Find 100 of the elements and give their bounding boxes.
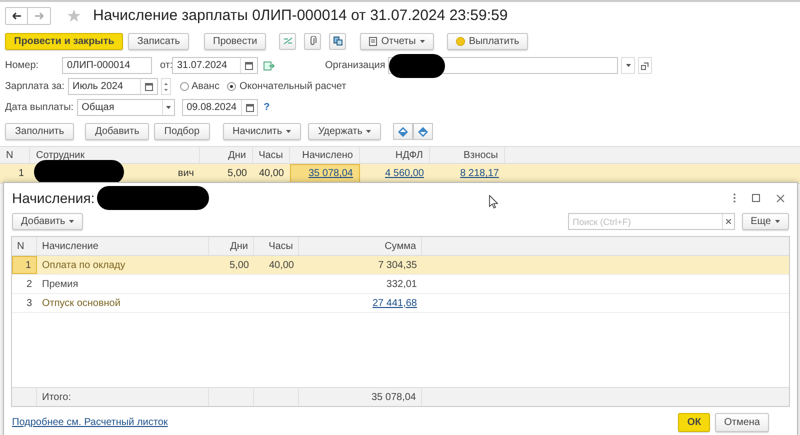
table-cell[interactable]: 4 560,00 [385, 166, 424, 181]
search-field[interactable]: Поиск (Ctrl+F) [568, 213, 735, 230]
close-icon[interactable] [776, 194, 785, 202]
star-icon[interactable] [67, 9, 81, 23]
column-header[interactable]: Начислено [290, 147, 360, 163]
radio-button[interactable] [180, 82, 188, 91]
maximize-icon[interactable] [752, 194, 760, 202]
calendar-icon[interactable] [246, 104, 254, 112]
total-label: Итого: [42, 390, 71, 404]
more-button[interactable]: Еще [742, 213, 789, 230]
table-row[interactable]: 1 Оплата по окладу 5,00 40,00 7 304,35 [12, 256, 789, 275]
table-cell-text: 40,00 [258, 167, 284, 181]
table-cell-text: 332,01 [386, 278, 417, 292]
field-label: Организация [325, 59, 386, 73]
coin-icon [456, 36, 465, 46]
column-header[interactable]: Взносы [430, 147, 505, 163]
dropdown-button[interactable] [621, 57, 636, 74]
total-sum: 35 078,04 [372, 390, 416, 404]
cancel-button[interactable]: Отмена [715, 413, 769, 432]
reports-button[interactable]: Отчеты [360, 32, 434, 50]
radio-option[interactable]: Аванс [180, 79, 220, 94]
table-cell-text: Отпуск основной [42, 296, 120, 310]
spinner-button[interactable] [160, 78, 170, 95]
document-arrow-icon[interactable] [263, 60, 275, 70]
help-link[interactable]: ? [264, 100, 270, 115]
pay-date-field[interactable]: 09.08.2024 [182, 99, 258, 116]
calendar-icon[interactable] [245, 62, 253, 70]
column-header[interactable]: Дни [200, 147, 253, 163]
column-header[interactable]: Часы [254, 237, 299, 255]
clear-search-button[interactable] [722, 214, 734, 229]
caret-icon [626, 64, 631, 67]
caret-icon [366, 130, 372, 133]
spinner-icon [164, 82, 168, 92]
field-label: от: [160, 59, 172, 73]
caret-icon [286, 130, 292, 133]
toolbar-button[interactable]: Провести [204, 32, 266, 50]
radio-option[interactable]: Окончательный расчет [227, 79, 346, 94]
table-cell-text: 1 [18, 167, 24, 181]
paperclip-icon [308, 36, 317, 46]
attach-button[interactable] [304, 32, 322, 50]
table-cell-text: 40,00 [268, 258, 294, 272]
journal-button[interactable] [279, 32, 296, 50]
down-arrow-icon [418, 126, 428, 136]
table-cell[interactable]: 8 218,17 [460, 166, 499, 181]
caret-icon [166, 106, 171, 109]
table-button[interactable]: Начислить [222, 123, 302, 140]
table-button[interactable]: Добавить [85, 123, 150, 140]
post-and-close-button[interactable]: Провести и закрыть [5, 32, 124, 50]
column-header[interactable]: Часы [253, 147, 290, 163]
up-arrow-icon [398, 126, 408, 136]
open-button[interactable] [638, 57, 652, 74]
open-icon [641, 62, 650, 70]
column-header[interactable]: Начисление [37, 237, 209, 255]
month-field[interactable]: Июль 2024 [68, 78, 158, 95]
toolbar-button[interactable]: Записать [128, 32, 189, 50]
column-header[interactable]: Дни [209, 237, 254, 255]
table-button[interactable]: Удержать [308, 123, 382, 140]
radio-button[interactable] [227, 82, 236, 91]
table-cell-text: 2 [26, 278, 32, 292]
pay-date-combo[interactable]: Общая [76, 99, 175, 116]
table-cell-text: вич [178, 167, 194, 181]
number-field[interactable]: 0ЛИП-000014 [62, 57, 152, 74]
redaction-mark [389, 54, 446, 78]
pay-button[interactable]: Выплатить [446, 32, 528, 50]
back-arrow-icon [12, 12, 22, 20]
date-field[interactable]: 31.07.2024 [172, 57, 258, 74]
more-options-icon[interactable] [733, 193, 736, 203]
add-button[interactable]: Добавить [12, 213, 84, 230]
window-title: Начисление зарплаты 0ЛИП-000014 от 31.07.2024 23:59:59 [93, 6, 508, 26]
table-cell-text: Оплата по окладу [42, 258, 126, 272]
close-icon [726, 219, 731, 224]
caret-icon [69, 220, 74, 223]
table-button[interactable]: Подбор [154, 123, 210, 140]
table-cell-text: 5,00 [228, 167, 247, 181]
table-cell-text: 7 304,35 [378, 258, 417, 272]
details-link[interactable]: Подробнее см. Расчетный листок [12, 415, 168, 430]
structure-button[interactable] [329, 32, 346, 50]
report-icon [369, 36, 378, 46]
table-button[interactable]: Заполнить [5, 123, 74, 140]
table-cell[interactable]: 27 441,68 [372, 296, 417, 310]
dialog-title: Начисления: [12, 188, 95, 208]
table-cell-text: Премия [42, 278, 78, 292]
field-label: Номер: [5, 59, 40, 73]
calendar-icon[interactable] [144, 82, 152, 90]
move-down-button[interactable] [413, 123, 434, 140]
caret-icon [420, 40, 425, 42]
column-header[interactable]: НДФЛ [360, 147, 430, 163]
table-cell-text: 1 [25, 258, 31, 272]
move-up-button[interactable] [393, 123, 414, 140]
column-header[interactable]: N [0, 147, 30, 163]
table-cell-text: 3 [26, 296, 32, 310]
table-cell-text: 5,00 [230, 258, 249, 272]
column-header[interactable]: Сумма [299, 237, 422, 255]
mouse-cursor-icon [489, 195, 498, 209]
ok-button[interactable]: ОК [678, 413, 710, 432]
field-label: Зарплата за: [5, 80, 66, 94]
search-input[interactable]: Поиск (Ctrl+F) [568, 214, 722, 229]
caret-icon [775, 220, 780, 223]
forward-arrow-icon [34, 12, 44, 20]
column-header[interactable]: N [12, 237, 37, 255]
